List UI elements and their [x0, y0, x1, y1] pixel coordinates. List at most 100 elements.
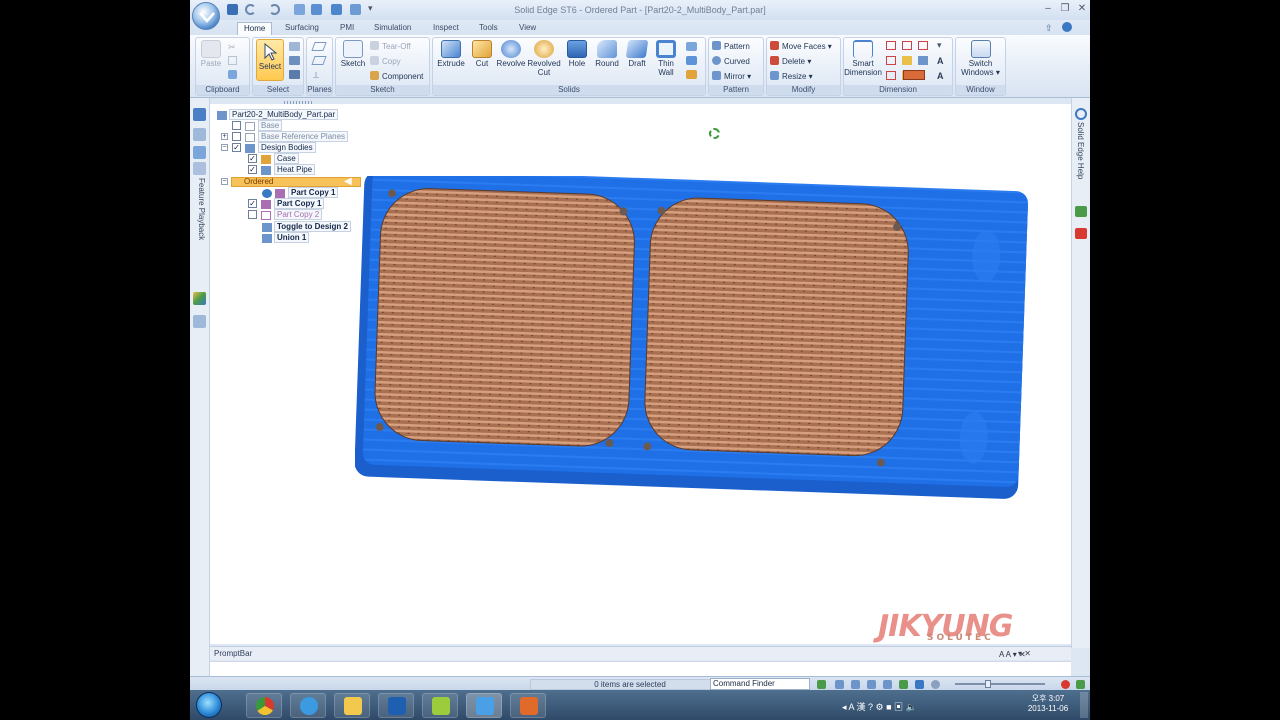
component-button[interactable]: Component: [370, 71, 423, 81]
zoom-slider-thumb[interactable]: [985, 680, 991, 688]
tree-case[interactable]: ✓ Case: [248, 153, 299, 164]
fit-icon[interactable]: [867, 680, 876, 689]
thin-wall-button[interactable]: Thin Wall: [652, 40, 680, 77]
tree-part-copy-2[interactable]: Part Copy 2: [248, 209, 323, 220]
tree-toggle-design[interactable]: Toggle to Design 2: [262, 221, 351, 232]
extrude-button[interactable]: Extrude: [436, 40, 466, 68]
refresh-icon[interactable]: [817, 680, 826, 689]
taskbar-ie[interactable]: [290, 693, 326, 718]
prompt-input[interactable]: [210, 661, 1071, 676]
minimize-icon[interactable]: –: [1041, 3, 1055, 14]
draft-button[interactable]: Draft: [624, 40, 650, 68]
family-of-parts-icon[interactable]: [193, 315, 206, 328]
distance-between-icon[interactable]: [886, 41, 896, 50]
text-icon[interactable]: A: [937, 56, 944, 66]
tree-root[interactable]: Part20-2_MultiBody_Part.par: [217, 109, 339, 120]
layers-icon[interactable]: [193, 128, 206, 141]
dimension-style-icon[interactable]: [902, 56, 912, 65]
application-button[interactable]: [192, 2, 220, 30]
zoom-slider[interactable]: [955, 683, 1045, 685]
revolved-cut-button[interactable]: Revolved Cut: [527, 40, 561, 77]
tab-pmi[interactable]: PMI: [334, 22, 360, 35]
rib-icon[interactable]: [686, 42, 697, 51]
styles-icon[interactable]: [931, 680, 940, 689]
revolve-button[interactable]: Revolve: [496, 40, 526, 68]
design-bodies-checkbox[interactable]: ✓: [232, 143, 241, 152]
copy-clip-icon[interactable]: [228, 56, 237, 65]
select-tools-icon[interactable]: [289, 42, 300, 51]
taskbar-solid-edge[interactable]: [466, 693, 502, 718]
pattern-button[interactable]: Pattern: [712, 41, 750, 51]
round-button[interactable]: Round: [593, 40, 621, 68]
restore-icon[interactable]: ❐: [1058, 3, 1072, 14]
tree-heat-pipe[interactable]: ✓ Heat Pipe: [248, 164, 316, 175]
command-finder-input[interactable]: Command Finder: [710, 678, 810, 690]
youtube-icon[interactable]: [1075, 228, 1087, 239]
color-manager-icon[interactable]: [193, 292, 206, 305]
expand-icon[interactable]: +: [221, 133, 228, 140]
upload-icon[interactable]: [1076, 680, 1085, 689]
angle-between-icon[interactable]: [886, 56, 896, 65]
views-icon[interactable]: [915, 680, 924, 689]
select-manager-icon[interactable]: [289, 70, 300, 79]
text-size-icon[interactable]: A: [937, 71, 944, 81]
taskbar-powerpoint[interactable]: [510, 693, 546, 718]
tree-ordered[interactable]: − Ordered: [221, 177, 273, 187]
zoom-icon[interactable]: [851, 680, 860, 689]
sensors-icon[interactable]: [193, 146, 206, 159]
curved-button[interactable]: Curved: [712, 56, 750, 66]
smart-dimension-button[interactable]: Smart Dimension: [843, 40, 883, 77]
resize-button[interactable]: Resize ▾: [770, 71, 813, 81]
rotate-center-icon[interactable]: [709, 128, 720, 139]
case-checkbox[interactable]: ✓: [248, 154, 257, 163]
annotation-icon[interactable]: ▾: [937, 40, 942, 51]
paste-button[interactable]: Paste: [198, 40, 224, 68]
tree-part-copy-1a[interactable]: Part Copy 1: [262, 187, 339, 198]
format-painter-icon[interactable]: [228, 70, 237, 79]
tab-view[interactable]: View: [513, 22, 542, 35]
tab-home[interactable]: Home: [237, 22, 273, 35]
start-button[interactable]: [196, 692, 222, 718]
filter-icon[interactable]: [289, 56, 300, 65]
tear-off-button[interactable]: Tear-Off: [370, 41, 411, 51]
help-icon[interactable]: [1062, 22, 1072, 32]
part-copy-1b-checkbox[interactable]: ✓: [248, 199, 257, 208]
tree-design-bodies[interactable]: − ✓ Design Bodies: [221, 142, 316, 153]
tree-union[interactable]: Union 1: [262, 232, 310, 243]
base-checkbox[interactable]: [232, 121, 241, 130]
splitter-handle[interactable]: [284, 101, 312, 104]
collapse-icon[interactable]: −: [221, 178, 228, 185]
tray-clock[interactable]: 오후 3:07 2013-11-06: [1020, 694, 1076, 714]
help-circle-icon[interactable]: [1075, 108, 1087, 120]
base-ref-checkbox[interactable]: [232, 132, 241, 141]
rollback-arrow-icon[interactable]: ◀: [344, 176, 352, 187]
tab-surfacing[interactable]: Surfacing: [279, 22, 325, 35]
tray-icons[interactable]: ◂ A 漢 ? ⚙ ■ ▣ 🔈: [842, 700, 917, 713]
sketch-button[interactable]: Sketch: [339, 40, 367, 68]
delete-button[interactable]: Delete ▾: [770, 56, 811, 66]
library-icon[interactable]: [193, 162, 206, 175]
mirror-button[interactable]: Mirror ▾: [712, 71, 751, 81]
pan-icon[interactable]: [883, 680, 892, 689]
ribbon-minimize-icon[interactable]: ⇧: [1045, 23, 1053, 34]
solid-edge-help-tab[interactable]: Solid Edge Help: [1076, 122, 1085, 179]
tree-base[interactable]: Base: [232, 120, 283, 131]
taskbar-app[interactable]: [422, 693, 458, 718]
taskbar-chrome[interactable]: [246, 693, 282, 718]
web-network-icon[interactable]: [686, 56, 697, 65]
close-icon[interactable]: ✕: [1075, 3, 1089, 14]
pathfinder-icon[interactable]: [193, 108, 206, 121]
cut-clip-icon[interactable]: ✂: [228, 42, 237, 52]
taskbar-explorer[interactable]: [334, 693, 370, 718]
copy-button[interactable]: Copy: [370, 56, 401, 66]
zoom-area-icon[interactable]: [835, 680, 844, 689]
select-button[interactable]: Select: [256, 39, 284, 81]
move-faces-button[interactable]: Move Faces ▾: [770, 41, 832, 51]
tab-simulation[interactable]: Simulation: [368, 22, 417, 35]
stop-icon[interactable]: [1061, 680, 1070, 689]
coordinate-dimension-icon[interactable]: [886, 71, 896, 80]
lock-dimension-icon[interactable]: [903, 70, 925, 80]
taskbar-outlook[interactable]: [378, 693, 414, 718]
feature-playback-tab[interactable]: Feature Playback: [192, 178, 206, 268]
hole-button[interactable]: Hole: [564, 40, 590, 68]
